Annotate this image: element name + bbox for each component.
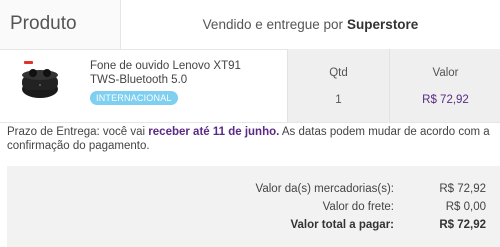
- shipping-value: R$ 0,00: [445, 201, 486, 213]
- price-value: R$ 72,92: [422, 94, 469, 106]
- shipping-label: Valor do frete:: [322, 201, 394, 213]
- sold-by-text: Vendido e entregue por: [202, 17, 344, 32]
- grand-total-value: R$ 72,92: [439, 219, 486, 231]
- grand-total-label: Valor total a pagar:: [290, 219, 394, 231]
- product-column-header: Produto: [0, 0, 121, 49]
- shipping-row: Valor do frete: R$ 0,00: [7, 201, 500, 217]
- items-total-value: R$ 72,92: [439, 183, 486, 195]
- grand-total-row: Valor total a pagar: R$ 72,92: [7, 219, 500, 235]
- price-header: Valor: [432, 67, 459, 79]
- order-header: Produto Vendido e entregue por Superstor…: [0, 0, 500, 50]
- store-name: Superstore: [347, 17, 419, 32]
- quantity-value: 1: [335, 94, 342, 106]
- seller-info: Vendido e entregue por Superstore: [121, 0, 500, 49]
- totals-panel: Valor da(s) mercadorias(s): R$ 72,92 Val…: [7, 166, 500, 247]
- quantity-header: Qtd: [329, 67, 348, 79]
- delivery-prefix: Prazo de Entrega: você vai: [7, 126, 146, 138]
- international-badge: INTERNACIONAL: [90, 91, 178, 105]
- earbuds-case-icon[interactable]: [14, 55, 66, 107]
- product-header-label: Produto: [10, 13, 77, 34]
- quantity-column: Qtd 1: [287, 49, 389, 122]
- price-column: Valor R$ 72,92: [389, 49, 500, 122]
- product-name[interactable]: Fone de ouvido Lenovo XT91 TWS-Bluetooth…: [90, 59, 270, 87]
- product-row: Fone de ouvido Lenovo XT91 TWS-Bluetooth…: [0, 49, 500, 123]
- delivery-info: Prazo de Entrega: você vai receber até 1…: [7, 125, 497, 153]
- delivery-date: receber até 11 de junho.: [148, 126, 280, 138]
- items-total-row: Valor da(s) mercadorias(s): R$ 72,92: [7, 183, 500, 199]
- items-total-label: Valor da(s) mercadorias(s):: [255, 183, 394, 195]
